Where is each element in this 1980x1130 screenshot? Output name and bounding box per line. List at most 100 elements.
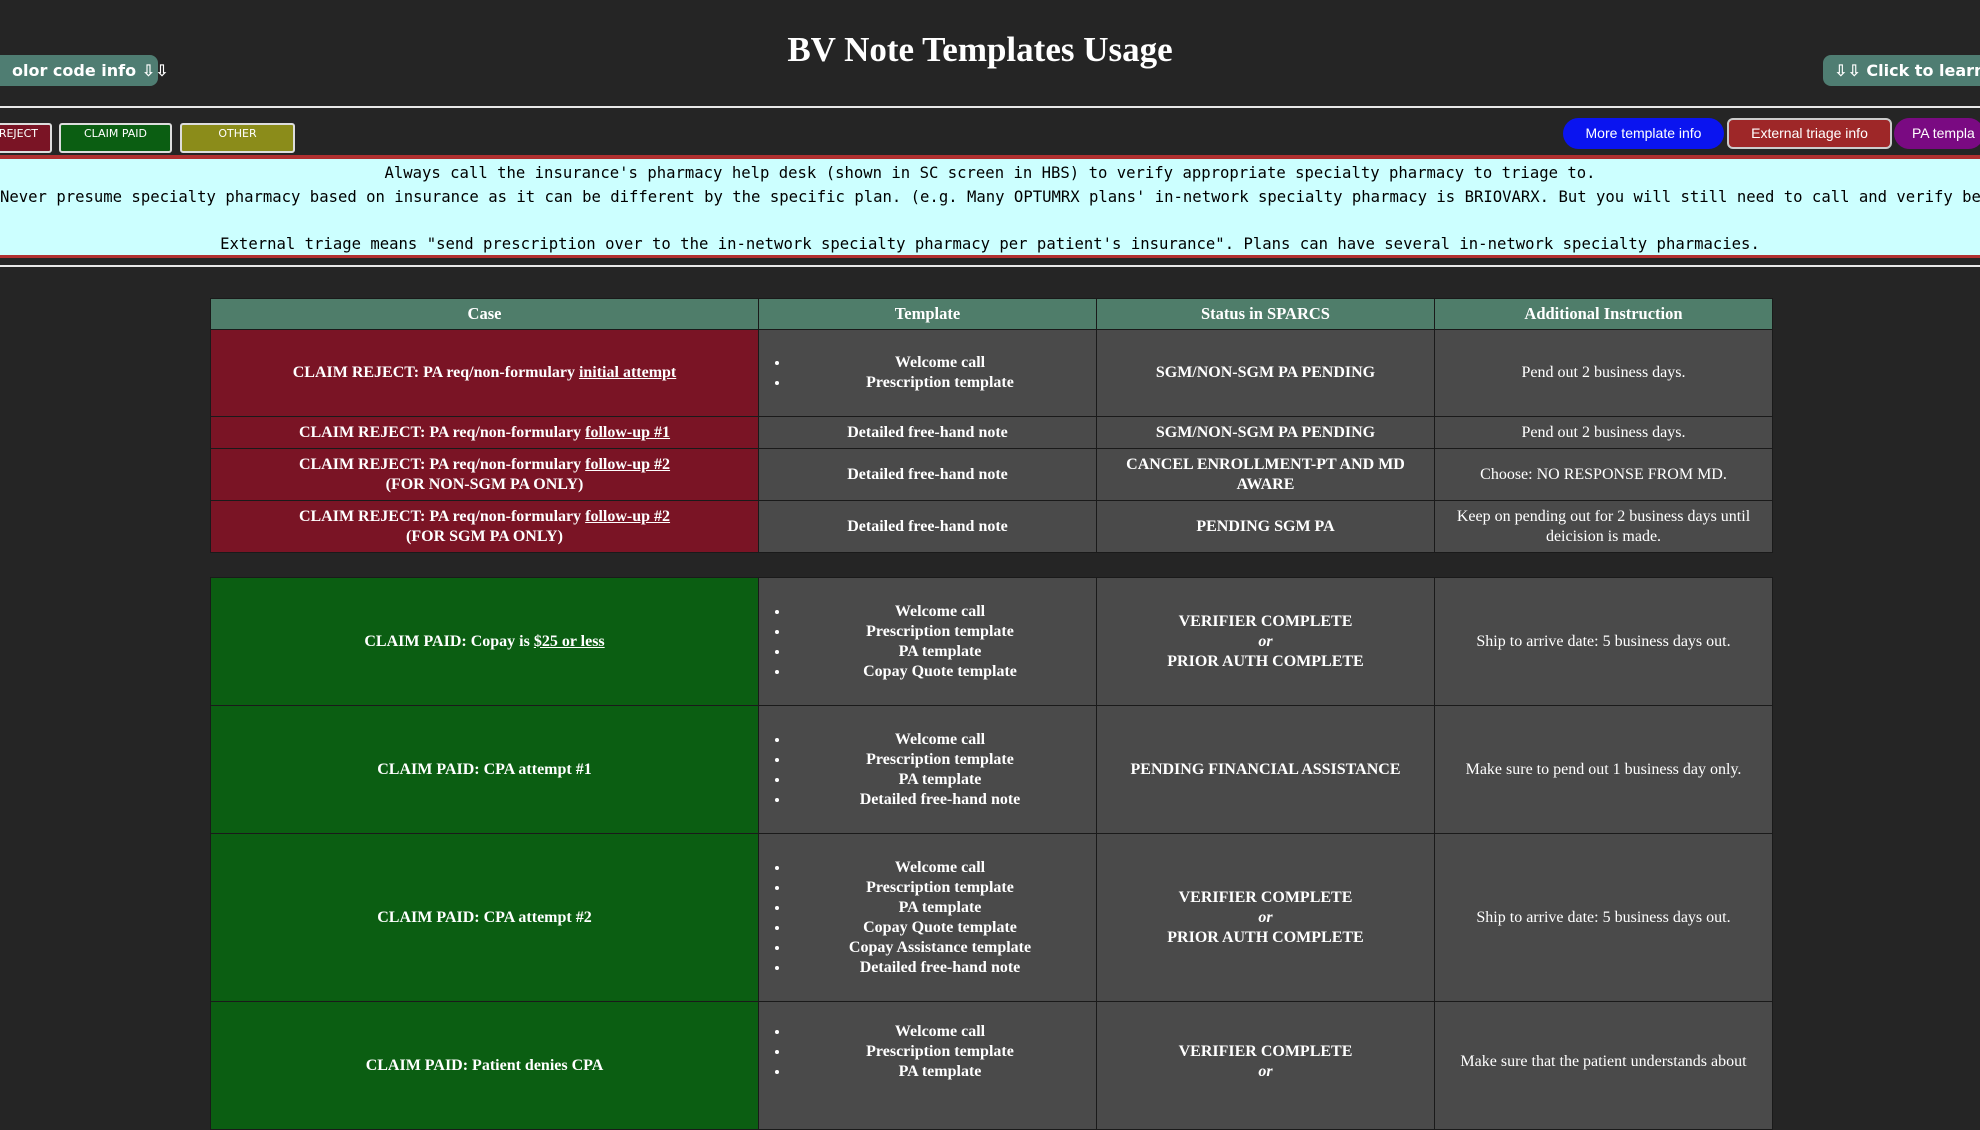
case-text: CLAIM REJECT: PA req/non-formulary <box>298 507 586 525</box>
list-item: Copay Quote template <box>790 918 1090 938</box>
status-primary: VERIFIER COMPLETE <box>1178 1043 1353 1060</box>
template-cell: Welcome call Prescription template <box>758 329 1097 417</box>
case-cell: CLAIM PAID: Copay is $25 or less <box>210 577 759 706</box>
status-secondary: PRIOR AUTH COMPLETE <box>1167 652 1364 670</box>
table-row: CLAIM REJECT: PA req/non-formulary initi… <box>210 329 1773 417</box>
list-item: Welcome call <box>790 1022 1090 1042</box>
list-item: Detailed free-hand note <box>790 958 1090 978</box>
status-cell: PENDING SGM PA <box>1096 500 1435 553</box>
template-cell: Detailed free-hand note <box>758 416 1097 449</box>
template-cell: Welcome call Prescription template PA te… <box>758 833 1097 1002</box>
list-item: Prescription template <box>790 622 1090 642</box>
instruction-cell: Pend out 2 business days. <box>1434 329 1773 417</box>
notice-bottom-border <box>0 255 1980 258</box>
list-item: Detailed free-hand note <box>790 790 1090 810</box>
status-or: or <box>1258 908 1273 926</box>
status-secondary: PRIOR AUTH COMPLETE <box>1167 928 1364 946</box>
list-item: PA template <box>790 898 1090 918</box>
notice-banner: Always call the insurance's pharmacy hel… <box>0 159 1980 255</box>
status-primary: VERIFIER COMPLETE <box>1178 612 1353 630</box>
table-row: CLAIM REJECT: PA req/non-formulary follo… <box>210 448 1773 501</box>
case-cell: CLAIM PAID: Patient denies CPA <box>210 1001 759 1130</box>
case-text: CLAIM REJECT: PA req/non-formulary <box>298 455 586 473</box>
table-row: CLAIM PAID: Copay is $25 or less Welcome… <box>210 577 1773 706</box>
col-header-template: Template <box>758 298 1097 330</box>
notice-spacer <box>0 209 1980 233</box>
table-row: CLAIM PAID: CPA attempt #1 Welcome call … <box>210 705 1773 834</box>
list-item: Prescription template <box>790 878 1090 898</box>
case-cell: CLAIM REJECT: PA req/non-formulary follo… <box>210 448 759 501</box>
list-item: Prescription template <box>790 1042 1090 1062</box>
status-or: or <box>1258 632 1273 650</box>
instruction-cell: Make sure to pend out 1 business day onl… <box>1434 705 1773 834</box>
case-note: (FOR SGM PA ONLY) <box>406 527 563 545</box>
status-cell: SGM/NON-SGM PA PENDING <box>1096 416 1435 449</box>
template-list: Welcome call Prescription template PA te… <box>765 602 1090 682</box>
template-list: Welcome call Prescription template <box>765 353 1090 393</box>
case-link[interactable]: $25 or less <box>534 633 605 650</box>
table-header-row: Case Template Status in SPARCS Additiona… <box>210 298 1773 330</box>
list-item: Copay Quote template <box>790 662 1090 682</box>
list-item: Copay Assistance template <box>790 938 1090 958</box>
external-triage-info-tab[interactable]: External triage info <box>1727 118 1892 149</box>
status-cell: VERIFIER COMPLETE or <box>1096 1001 1435 1130</box>
instruction-cell: Ship to arrive date: 5 business days out… <box>1434 833 1773 1002</box>
learn-more-button[interactable]: ⇩⇩ Click to learn m <box>1823 55 1980 86</box>
template-cell: Welcome call Prescription template PA te… <box>758 1001 1097 1130</box>
col-header-instruction: Additional Instruction <box>1434 298 1773 330</box>
template-list: Welcome call Prescription template PA te… <box>765 730 1090 810</box>
notice-line-2: Never presume specialty pharmacy based o… <box>0 187 1980 206</box>
instruction-cell: Pend out 2 business days. <box>1434 416 1773 449</box>
legend-other[interactable]: OTHER <box>180 123 295 153</box>
notice-line-3: External triage means "send prescription… <box>220 234 1760 253</box>
legend-claim-paid[interactable]: CLAIM PAID <box>59 123 172 153</box>
list-item: Welcome call <box>790 858 1090 878</box>
case-text: CLAIM REJECT: PA req/non-formulary <box>292 364 579 381</box>
list-item: Prescription template <box>790 373 1090 393</box>
legend-reject[interactable]: REJECT <box>0 123 52 153</box>
table-row: CLAIM PAID: Patient denies CPA Welcome c… <box>210 1001 1773 1130</box>
template-cell: Welcome call Prescription template PA te… <box>758 577 1097 706</box>
list-item: PA template <box>790 642 1090 662</box>
notice-line-1: Always call the insurance's pharmacy hel… <box>384 164 1596 182</box>
claim-paid-table: CLAIM PAID: Copay is $25 or less Welcome… <box>210 577 1773 1130</box>
case-link[interactable]: follow-up #1 <box>585 424 670 441</box>
list-item: Welcome call <box>790 730 1090 750</box>
case-cell: CLAIM PAID: CPA attempt #2 <box>210 833 759 1002</box>
template-list: Welcome call Prescription template PA te… <box>765 858 1090 978</box>
template-list: Welcome call Prescription template PA te… <box>765 1022 1090 1082</box>
list-item: PA template <box>790 770 1090 790</box>
case-text: CLAIM PAID: Copay is <box>364 632 534 650</box>
notice-divider <box>0 265 1980 267</box>
page-title: BV Note Templates Usage <box>787 30 1173 69</box>
col-header-case: Case <box>210 298 759 330</box>
template-cell: Detailed free-hand note <box>758 448 1097 501</box>
col-header-status: Status in SPARCS <box>1096 298 1435 330</box>
status-cell: SGM/NON-SGM PA PENDING <box>1096 329 1435 417</box>
status-cell: CANCEL ENROLLMENT-PT AND MD AWARE <box>1096 448 1435 501</box>
table-row: CLAIM REJECT: PA req/non-formulary follo… <box>210 500 1773 553</box>
pa-template-tab[interactable]: PA templa <box>1894 118 1980 149</box>
case-cell: CLAIM REJECT: PA req/non-formulary initi… <box>210 329 759 417</box>
reject-table: Case Template Status in SPARCS Additiona… <box>210 298 1773 553</box>
case-cell: CLAIM REJECT: PA req/non-formulary follo… <box>210 500 759 553</box>
case-note: (FOR NON-SGM PA ONLY) <box>385 475 584 493</box>
status-cell: PENDING FINANCIAL ASSISTANCE <box>1096 705 1435 834</box>
case-cell: CLAIM REJECT: PA req/non-formulary follo… <box>210 416 759 449</box>
case-link[interactable]: follow-up #2 <box>585 456 670 473</box>
case-text: CLAIM REJECT: PA req/non-formulary <box>298 423 586 441</box>
list-item: Prescription template <box>790 750 1090 770</box>
case-link[interactable]: initial attempt <box>579 364 676 381</box>
more-template-info-tab[interactable]: More template info <box>1563 118 1724 149</box>
instruction-cell: Keep on pending out for 2 business days … <box>1434 500 1773 553</box>
list-item: Welcome call <box>790 602 1090 622</box>
status-or: or <box>1258 1063 1273 1080</box>
header-divider <box>0 106 1980 108</box>
case-link[interactable]: follow-up #2 <box>585 508 670 525</box>
color-code-info-button[interactable]: olor code info ⇩⇩ <box>0 55 169 86</box>
status-cell: VERIFIER COMPLETE or PRIOR AUTH COMPLETE <box>1096 577 1435 706</box>
table-row: CLAIM REJECT: PA req/non-formulary follo… <box>210 416 1773 449</box>
table-row: CLAIM PAID: CPA attempt #2 Welcome call … <box>210 833 1773 1002</box>
template-cell: Welcome call Prescription template PA te… <box>758 705 1097 834</box>
instruction-cell: Make sure that the patient understands a… <box>1434 1001 1773 1130</box>
